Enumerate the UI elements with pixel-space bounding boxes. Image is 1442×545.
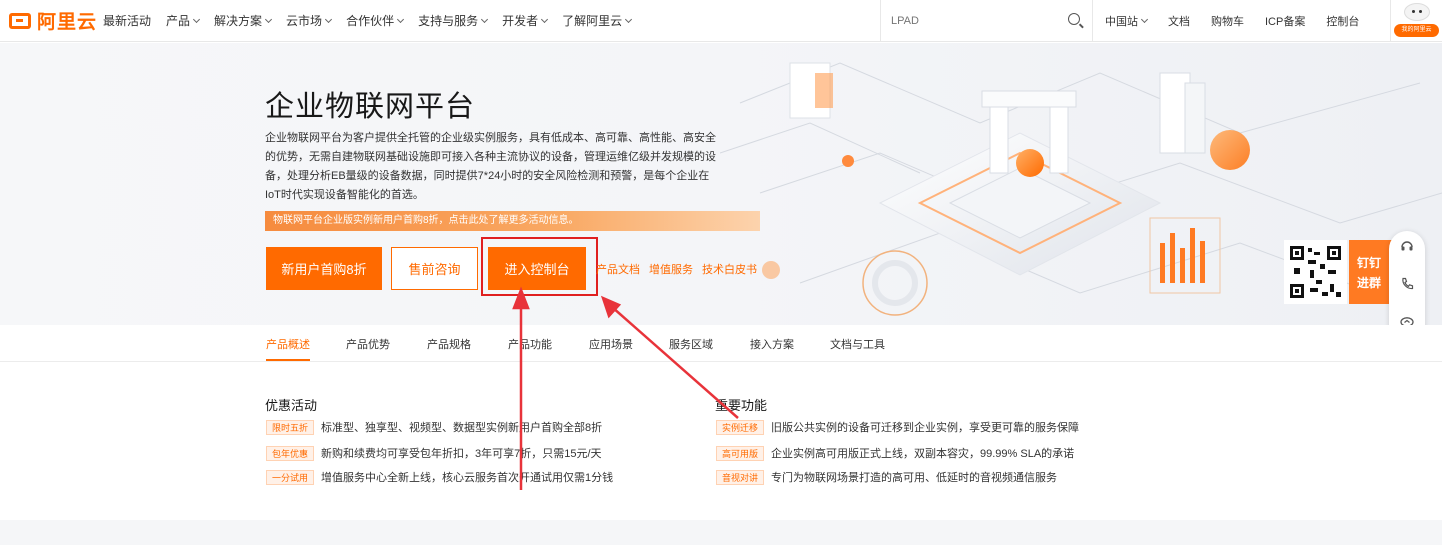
feature-tag: 实例迁移: [716, 419, 765, 435]
qr-code: [1284, 240, 1347, 304]
feature-tag: 音视对讲: [716, 469, 765, 485]
nav-support[interactable]: 支持与服务: [418, 12, 489, 29]
tab-scenarios[interactable]: 应用场景: [589, 336, 633, 352]
tab-docs-tools[interactable]: 文档与工具: [830, 336, 885, 352]
region-selector[interactable]: 中国站: [1105, 13, 1149, 29]
promo-tag: 限时五折: [266, 419, 315, 435]
list-item[interactable]: 包年优惠 新购和续费均可享受包年折扣，3年可享7折，只需15元/天: [266, 445, 602, 461]
qr-code-icon: [1288, 244, 1343, 300]
chevron-down-icon: [481, 15, 489, 23]
main-menu: 最新活动 产品 解决方案 云市场 合作伙伴 支持与服务 开发者 了解阿里云: [103, 0, 646, 42]
cart-link[interactable]: 购物车: [1211, 13, 1244, 29]
my-aliyun-badge[interactable]: 我的阿里云: [1394, 24, 1439, 37]
brand-name: 阿里云: [37, 12, 98, 33]
top-navigation: 阿里云 最新活动 产品 解决方案 云市场 合作伙伴 支持与服务 开发者 了解阿里…: [0, 0, 1442, 42]
hero-links: 产品文档 增值服务 技术白皮书: [596, 261, 766, 277]
promo-tag: 一分试用: [266, 469, 315, 485]
chevron-down-icon: [397, 15, 405, 23]
promo-banner[interactable]: 物联网平台企业版实例新用户首购8折，点击此处了解更多活动信息。: [265, 211, 760, 231]
chevron-down-icon: [625, 15, 633, 23]
tab-overview[interactable]: 产品概述: [266, 336, 310, 361]
decorative-dot: [762, 261, 780, 279]
aliyun-logo[interactable]: 阿里云: [9, 0, 99, 42]
product-docs-link[interactable]: 产品文档: [596, 261, 640, 277]
chevron-down-icon: [325, 15, 333, 23]
footer-strip: [0, 520, 1442, 545]
chevron-down-icon: [192, 15, 201, 23]
aliyun-logo-icon: [9, 12, 31, 29]
chevron-down-icon: [265, 15, 273, 23]
search-box: [880, 0, 1093, 42]
hero-banner: 企业物联网平台 企业物联网平台为客户提供全托管的企业级实例服务，具有低成本、高可…: [0, 43, 1442, 325]
tab-specifications[interactable]: 产品规格: [427, 336, 471, 352]
promotions-title: 优惠活动: [265, 398, 318, 413]
nav-marketplace[interactable]: 云市场: [286, 12, 333, 29]
nav-about[interactable]: 了解阿里云: [562, 12, 633, 29]
avatar[interactable]: [1404, 3, 1430, 21]
overview-content: 优惠活动 限时五折 标准型、独享型、视频型、数据型实例新用户首购全部8折 包年优…: [0, 362, 1442, 520]
tab-access[interactable]: 接入方案: [750, 336, 794, 352]
new-user-discount-button[interactable]: 新用户首购8折: [266, 247, 382, 290]
whitepaper-link[interactable]: 技术白皮书: [702, 261, 757, 277]
page-title: 企业物联网平台: [265, 91, 476, 123]
nav-latest-activities[interactable]: 最新活动: [103, 12, 151, 29]
utility-links: 中国站 文档 购物车 ICP备案 控制台: [1105, 0, 1380, 42]
icp-link[interactable]: ICP备案: [1265, 13, 1305, 29]
annotation-highlight-box: [481, 237, 598, 296]
tab-regions[interactable]: 服务区域: [669, 336, 713, 352]
presales-consult-button[interactable]: 售前咨询: [391, 247, 478, 290]
list-item[interactable]: 限时五折 标准型、独享型、视频型、数据型实例新用户首购全部8折: [266, 419, 602, 435]
headset-icon[interactable]: [1400, 239, 1414, 253]
nav-partners[interactable]: 合作伙伴: [346, 12, 405, 29]
chevron-down-icon: [1140, 15, 1149, 24]
list-item[interactable]: 音视对讲 专门为物联网场景打造的高可用、低延时的音视频通信服务: [716, 469, 1057, 485]
section-tabs: 产品概述 产品优势 产品规格 产品功能 应用场景 服务区域 接入方案 文档与工具: [0, 325, 1442, 362]
nav-developers[interactable]: 开发者: [502, 12, 549, 29]
nav-products[interactable]: 产品: [166, 12, 201, 29]
feature-tag: 高可用版: [716, 445, 765, 461]
search-icon[interactable]: [1068, 13, 1080, 25]
promo-tag: 包年优惠: [266, 445, 315, 461]
user-menu[interactable]: 我的阿里云: [1390, 0, 1442, 42]
docs-link[interactable]: 文档: [1168, 13, 1190, 29]
features-title: 重要功能: [715, 398, 768, 413]
search-input[interactable]: [891, 15, 1061, 27]
console-link[interactable]: 控制台: [1326, 13, 1359, 29]
list-item[interactable]: 实例迁移 旧版公共实例的设备可迁移到企业实例，享受更可靠的服务保障: [716, 419, 1079, 435]
product-description: 企业物联网平台为客户提供全托管的企业级实例服务，具有低成本、高可靠、高性能、高安…: [265, 132, 716, 201]
list-item[interactable]: 一分试用 增值服务中心全新上线，核心云服务首次开通试用仅需1分钱: [266, 469, 613, 485]
tab-features[interactable]: 产品功能: [508, 336, 552, 352]
phone-icon[interactable]: [1400, 277, 1414, 291]
list-item[interactable]: 高可用版 企业实例高可用版正式上线，双副本容灾，99.99% SLA的承诺: [716, 445, 1074, 461]
tab-advantages[interactable]: 产品优势: [346, 336, 390, 352]
nav-solutions[interactable]: 解决方案: [214, 12, 273, 29]
value-added-services-link[interactable]: 增值服务: [649, 261, 693, 277]
chevron-down-icon: [541, 15, 549, 23]
